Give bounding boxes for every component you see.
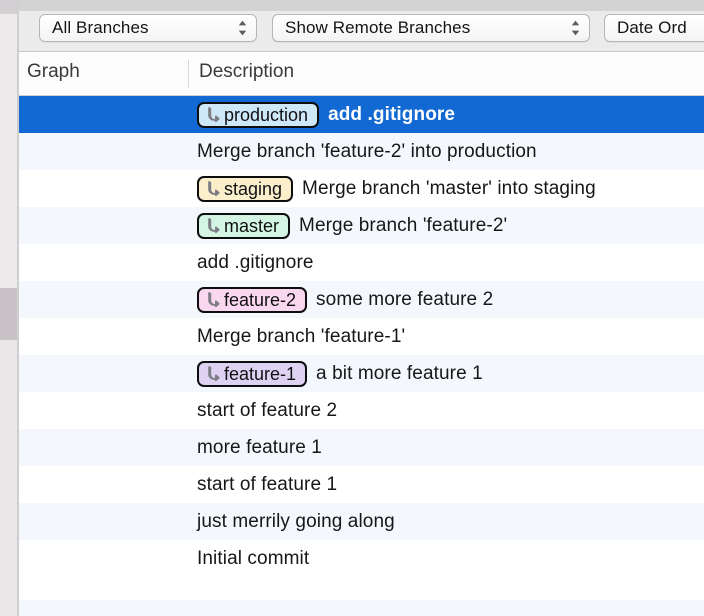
sort-order-popup-button[interactable]: Date Ord <box>604 14 704 42</box>
edge-strip-highlight <box>0 288 17 340</box>
commit-description: production add .gitignore <box>197 96 455 133</box>
commit-message: Initial commit <box>197 547 310 569</box>
commit-message: start of feature 1 <box>197 473 338 495</box>
chevron-updown-icon <box>237 19 248 37</box>
edge-strip-lower <box>0 340 17 616</box>
commit-row[interactable]: more feature 1 <box>19 429 704 466</box>
commit-description: master Merge branch 'feature-2' <box>197 207 507 244</box>
commit-list[interactable]: production add .gitignore Merge branch 'fe… <box>19 96 704 616</box>
toolbar-titlebar-strip <box>0 0 704 11</box>
git-branch-icon <box>205 291 220 309</box>
commit-message: Merge branch 'feature-2' <box>299 214 508 236</box>
commit-description: add .gitignore <box>197 244 314 281</box>
commit-row[interactable]: start of feature 1 <box>19 466 704 503</box>
commit-message: just merrily going along <box>197 510 395 532</box>
commit-description: just merrily going along <box>197 503 395 540</box>
commit-row[interactable]: Initial commit <box>19 540 704 577</box>
branch-badge[interactable]: feature-1 <box>197 360 308 387</box>
commit-row[interactable]: Merge branch 'feature-2' into production <box>19 133 704 170</box>
commit-message: Merge branch 'feature-1' <box>197 325 406 347</box>
commit-row[interactable]: feature-1 a bit more feature 1 <box>19 355 704 392</box>
commit-row[interactable]: start of feature 2 <box>19 392 704 429</box>
git-branch-icon <box>205 365 220 383</box>
branch-badge-label: master <box>224 215 280 236</box>
commit-description: Merge branch 'feature-1' <box>197 318 405 355</box>
commit-row[interactable]: production add .gitignore <box>19 96 704 133</box>
branch-badge-label: production <box>224 104 309 125</box>
window-edge-strip <box>0 0 17 616</box>
column-header-bar: Graph Description <box>19 52 704 96</box>
commit-row[interactable]: staging Merge branch 'master' into stagin… <box>19 170 704 207</box>
toolbar: All Branches Show Remote Branches Date O… <box>0 0 704 52</box>
commit-description: feature-2 some more feature 2 <box>197 281 493 318</box>
remote-branches-label: Show Remote Branches <box>285 18 471 37</box>
branch-badge[interactable]: feature-2 <box>197 286 308 313</box>
column-header-divider[interactable] <box>188 60 189 88</box>
branch-badge[interactable]: master <box>197 212 291 239</box>
commit-description: staging Merge branch 'master' into stagin… <box>197 170 596 207</box>
commit-description: more feature 1 <box>197 429 322 466</box>
git-branch-icon <box>205 106 220 124</box>
commit-row[interactable]: master Merge branch 'feature-2' <box>19 207 704 244</box>
commit-message: Merge branch 'master' into staging <box>302 177 596 199</box>
commit-message: add .gitignore <box>197 251 314 273</box>
commit-description: Merge branch 'feature-2' into production <box>197 133 537 170</box>
commit-row[interactable]: Merge branch 'feature-1' <box>19 318 704 355</box>
git-branch-icon <box>205 217 220 235</box>
column-header-graph[interactable]: Graph <box>27 61 80 83</box>
sort-order-label: Date Ord <box>617 18 687 37</box>
commit-description: start of feature 2 <box>197 392 337 429</box>
commit-description: Initial commit <box>197 540 309 577</box>
edge-strip-divider <box>17 0 19 616</box>
git-history-window: All Branches Show Remote Branches Date O… <box>0 0 704 616</box>
column-header-description[interactable]: Description <box>199 61 294 83</box>
branch-badge-label: feature-2 <box>224 289 297 310</box>
commit-message: Merge branch 'feature-2' into production <box>197 140 537 162</box>
commit-message: a bit more feature 1 <box>316 362 483 384</box>
chevron-updown-icon <box>570 19 581 37</box>
commit-row[interactable]: just merrily going along <box>19 503 704 540</box>
commit-message: start of feature 2 <box>197 399 338 421</box>
branch-badge-label: staging <box>224 178 283 199</box>
branch-badge-label: feature-1 <box>224 363 297 384</box>
commit-description: feature-1 a bit more feature 1 <box>197 355 483 392</box>
remote-branches-popup-button[interactable]: Show Remote Branches <box>272 14 590 42</box>
branch-filter-popup-button[interactable]: All Branches <box>39 14 257 42</box>
branch-badge[interactable]: production <box>197 101 320 128</box>
branch-badge[interactable]: staging <box>197 175 294 202</box>
commit-message: some more feature 2 <box>316 288 494 310</box>
commit-message: add .gitignore <box>328 103 456 125</box>
edge-strip-top <box>0 0 17 14</box>
branch-filter-label: All Branches <box>52 18 149 37</box>
commit-row[interactable]: feature-2 some more feature 2 <box>19 281 704 318</box>
git-branch-icon <box>205 180 220 198</box>
commit-description: start of feature 1 <box>197 466 337 503</box>
commit-message: more feature 1 <box>197 436 322 458</box>
list-bottom-filler <box>19 600 704 616</box>
commit-row[interactable]: add .gitignore <box>19 244 704 281</box>
